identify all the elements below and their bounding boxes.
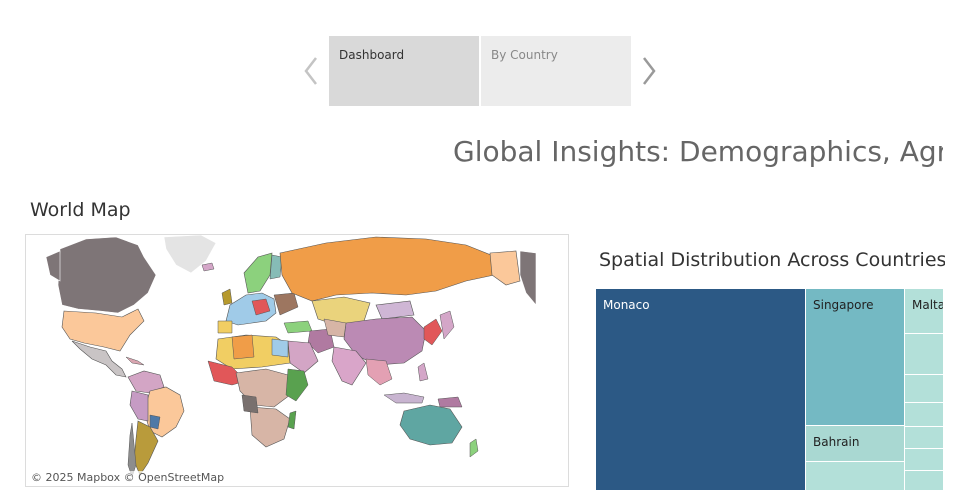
region-new-zealand xyxy=(469,438,479,458)
treemap-cell[interactable] xyxy=(905,334,944,375)
tab-dashboard-label: Dashboard xyxy=(339,48,405,62)
treemap-cell-monaco[interactable]: Monaco xyxy=(596,289,806,491)
treemap-cell[interactable] xyxy=(905,471,944,491)
treemap-title: Spatial Distribution Across Countries xyxy=(599,249,945,271)
region-algeria xyxy=(231,334,255,360)
region-east-africa xyxy=(285,368,309,402)
region-egypt xyxy=(271,338,289,358)
region-caribbean xyxy=(125,356,145,366)
region-finland xyxy=(269,254,283,280)
dashboard-title: Global Insights: Demographics, Agricultu… xyxy=(453,135,943,168)
region-philippines xyxy=(417,362,429,382)
region-australia xyxy=(399,404,463,446)
region-iceland xyxy=(201,262,215,272)
world-map[interactable]: © 2025 Mapbox © OpenStreetMap xyxy=(25,234,569,487)
treemap-cell-bahrain[interactable]: Bahrain xyxy=(806,426,905,462)
region-mongolia xyxy=(375,300,415,320)
region-indonesia xyxy=(383,392,425,404)
region-scandinavia xyxy=(243,252,273,294)
region-korea-japan xyxy=(423,318,443,346)
region-canada xyxy=(57,236,157,314)
tab-by-country-label: By Country xyxy=(491,48,558,62)
region-chile xyxy=(127,422,137,478)
openstreetmap-attribution-link[interactable]: © OpenStreetMap xyxy=(124,471,225,484)
treemap-cell-label: Singapore xyxy=(813,298,874,312)
treemap-cell-malta[interactable]: Malta xyxy=(905,289,944,334)
region-alaska xyxy=(45,250,61,282)
treemap-cell[interactable] xyxy=(905,449,944,471)
treemap-cell-label: Monaco xyxy=(603,298,650,312)
mapbox-attribution-link[interactable]: © 2025 Mapbox xyxy=(31,471,120,484)
region-eastern-europe xyxy=(273,292,299,316)
chevron-left-icon xyxy=(304,57,317,85)
region-japan xyxy=(439,310,455,340)
chevron-right-icon xyxy=(643,57,656,85)
treemap-cell[interactable] xyxy=(905,403,944,427)
treemap-cell[interactable] xyxy=(905,427,944,449)
previous-story-point-button[interactable] xyxy=(300,52,322,90)
region-alaska-east xyxy=(489,250,521,286)
region-madagascar xyxy=(287,410,297,430)
region-usa xyxy=(61,308,145,352)
map-attribution: © 2025 Mapbox © OpenStreetMap xyxy=(29,471,227,484)
tab-by-country[interactable]: By Country xyxy=(481,36,631,106)
region-peru xyxy=(129,390,149,422)
region-canada-east xyxy=(519,250,537,306)
treemap-cell-label: Bahrain xyxy=(813,435,860,449)
region-paraguay xyxy=(149,414,161,430)
world-map-title: World Map xyxy=(30,199,131,221)
region-russia xyxy=(279,236,497,302)
region-southern-africa xyxy=(249,406,291,448)
treemap-cell[interactable] xyxy=(806,462,905,491)
treemap[interactable]: Monaco Singapore Bahrain Malta xyxy=(596,289,944,491)
region-iberia xyxy=(217,320,233,334)
next-story-point-button[interactable] xyxy=(638,52,660,90)
world-map-graphic xyxy=(45,235,537,478)
tab-dashboard[interactable]: Dashboard xyxy=(329,36,479,106)
region-turkey xyxy=(283,320,313,334)
treemap-cell-label: Malta xyxy=(912,298,944,312)
region-uk xyxy=(221,288,233,306)
region-new-guinea xyxy=(437,396,463,408)
treemap-cell[interactable] xyxy=(905,375,944,403)
region-angola xyxy=(241,394,259,414)
treemap-cell-singapore[interactable]: Singapore xyxy=(806,289,905,426)
